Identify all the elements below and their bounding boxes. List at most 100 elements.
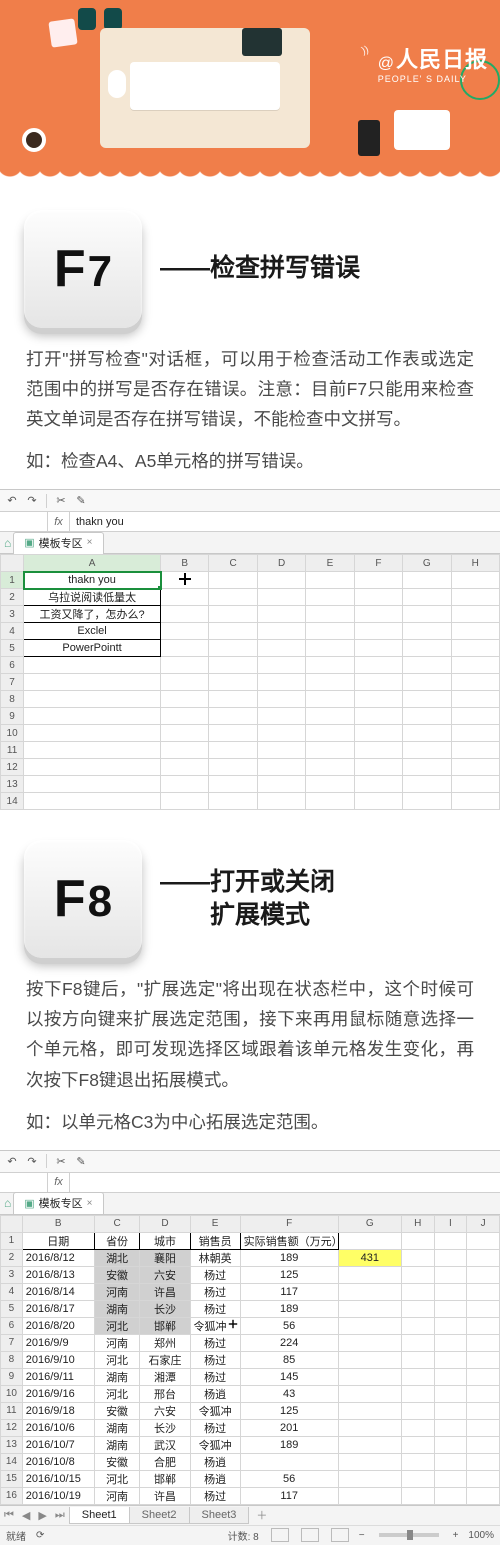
cell[interactable] [257,759,305,776]
cell[interactable] [434,1283,467,1300]
cell[interactable] [257,572,305,589]
cell[interactable] [434,1402,467,1419]
cell[interactable] [338,1487,401,1504]
cell[interactable] [451,572,499,589]
zoom-slider[interactable] [379,1533,439,1537]
name-box[interactable] [0,1173,48,1192]
cell[interactable]: 杨逍 [190,1385,240,1402]
cell[interactable] [161,606,209,623]
cell[interactable] [354,657,402,674]
cell[interactable] [306,759,354,776]
cell[interactable] [354,623,402,640]
cell[interactable] [403,674,451,691]
cell[interactable] [451,708,499,725]
cell[interactable] [467,1385,500,1402]
cell[interactable] [338,1368,401,1385]
cell[interactable]: Exclel [24,623,161,640]
cell[interactable]: 2016/9/16 [22,1385,94,1402]
cell[interactable] [257,725,305,742]
cell[interactable]: 85 [240,1351,338,1368]
cell[interactable] [354,691,402,708]
cell[interactable] [434,1470,467,1487]
cell[interactable]: 湖南 [94,1368,140,1385]
sheet-tab[interactable]: Sheet1 [69,1507,130,1524]
cell[interactable]: 乌拉说阅读低量太 [24,589,161,606]
cell[interactable]: 令狐冲 [190,1436,240,1453]
cell[interactable] [403,657,451,674]
cell[interactable]: 224 [240,1334,338,1351]
cell[interactable] [467,1402,500,1419]
zoom-out-icon[interactable]: − [359,1530,365,1541]
cell[interactable]: 邢台 [140,1385,190,1402]
cell[interactable]: 邯郸 [140,1470,190,1487]
cell[interactable]: 117 [240,1487,338,1504]
cell[interactable] [306,708,354,725]
cell[interactable] [401,1470,434,1487]
cell[interactable] [306,589,354,606]
cell[interactable]: 杨过 [190,1419,240,1436]
cell[interactable] [451,742,499,759]
cell[interactable] [403,691,451,708]
cell[interactable] [403,640,451,657]
cell[interactable]: 杨过 [190,1487,240,1504]
cell[interactable]: 2016/10/7 [22,1436,94,1453]
cell[interactable] [257,742,305,759]
cell[interactable] [403,793,451,810]
cell[interactable]: 2016/9/9 [22,1334,94,1351]
cell[interactable] [467,1436,500,1453]
cell[interactable] [451,606,499,623]
cell[interactable]: 125 [240,1266,338,1283]
grid[interactable]: ABCDEFGH1thakn you2乌拉说阅读低量太3工资又降了，怎办么?4E… [0,554,500,810]
cell[interactable] [401,1368,434,1385]
cell[interactable] [403,572,451,589]
cell[interactable] [403,708,451,725]
cell[interactable] [257,606,305,623]
cell[interactable]: 201 [240,1419,338,1436]
cell[interactable] [161,623,209,640]
add-sheet-icon[interactable]: ＋ [248,1507,275,1523]
cell[interactable]: 省份 [94,1232,140,1249]
grid[interactable]: BCDEFGHIJ1日期省份城市销售员实际销售额（万元）22016/8/12湖北… [0,1215,500,1505]
cell[interactable] [209,572,257,589]
cell[interactable]: 安徽 [94,1453,140,1470]
cell[interactable] [306,640,354,657]
cell[interactable] [306,776,354,793]
cell[interactable] [24,725,161,742]
cell[interactable] [467,1249,500,1266]
cell[interactable] [306,623,354,640]
redo-icon[interactable]: ↷ [24,1153,40,1169]
cell[interactable]: 杨逍 [190,1470,240,1487]
cell[interactable]: 日期 [22,1232,94,1249]
cell[interactable]: 2016/10/15 [22,1470,94,1487]
cell[interactable] [403,589,451,606]
sheet-nav-last[interactable]: ⏭ [51,1509,69,1522]
cell[interactable] [161,793,209,810]
cell[interactable]: 郑州 [140,1334,190,1351]
cell[interactable] [338,1334,401,1351]
cell[interactable] [403,623,451,640]
cell[interactable]: 56 [240,1317,338,1334]
cell[interactable] [306,606,354,623]
cell[interactable]: 145 [240,1368,338,1385]
cell[interactable] [209,674,257,691]
cell[interactable] [403,759,451,776]
cell[interactable]: 431 [338,1249,401,1266]
cell[interactable] [401,1487,434,1504]
cell[interactable]: 189 [240,1436,338,1453]
sheet-tab[interactable]: Sheet2 [129,1507,190,1524]
cell[interactable]: 六安 [140,1402,190,1419]
cell[interactable]: 2016/9/18 [22,1402,94,1419]
sheet-tab[interactable]: Sheet3 [189,1507,250,1524]
cell[interactable] [161,725,209,742]
cell[interactable] [338,1266,401,1283]
cell[interactable]: 河南 [94,1283,140,1300]
cell[interactable] [434,1368,467,1385]
cell[interactable]: 189 [240,1249,338,1266]
cell[interactable]: 湖南 [94,1300,140,1317]
cell[interactable] [209,640,257,657]
cell[interactable] [161,776,209,793]
cell[interactable] [434,1487,467,1504]
cell[interactable] [467,1470,500,1487]
cell[interactable] [434,1334,467,1351]
sheet-nav-next[interactable]: ▶ [34,1509,50,1522]
